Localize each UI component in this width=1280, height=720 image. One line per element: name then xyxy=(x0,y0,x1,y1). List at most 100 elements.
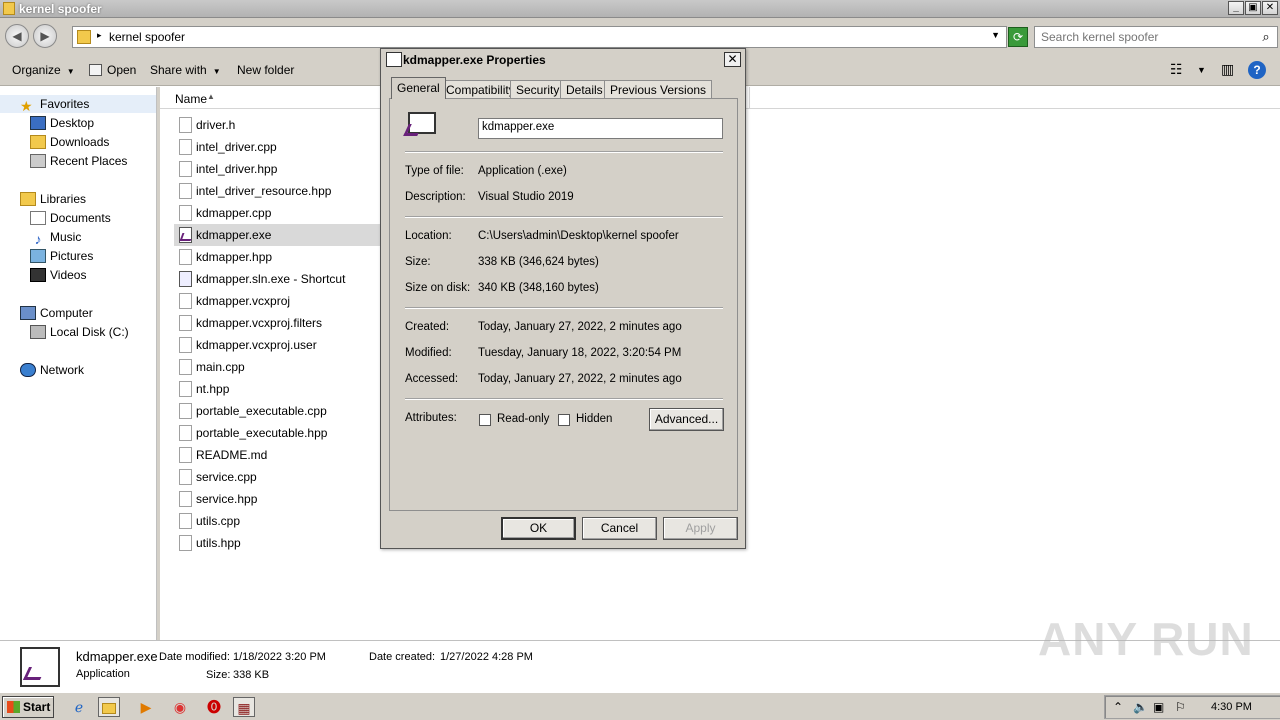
explorer-taskbar-icon[interactable] xyxy=(98,697,120,717)
nav-recent-places[interactable]: Recent Places xyxy=(30,152,127,170)
file-row[interactable]: service.hpp xyxy=(174,488,380,510)
dialog-titlebar[interactable]: kdmapper.exe Properties ✕ xyxy=(381,49,745,71)
new-folder-button[interactable]: New folder xyxy=(237,63,294,77)
address-dropdown-icon[interactable]: ▼ xyxy=(991,30,1000,40)
apply-button[interactable]: Apply xyxy=(663,517,738,540)
file-row[interactable]: kdmapper.vcxproj xyxy=(174,290,380,312)
nav-desktop[interactable]: Desktop xyxy=(30,114,94,132)
tab-compatibility[interactable]: Compatibility xyxy=(440,80,521,99)
chrome-icon[interactable]: ◉ xyxy=(169,697,191,717)
open-button[interactable]: Open xyxy=(89,63,136,77)
preview-pane-icon[interactable]: ▥ xyxy=(1221,61,1234,78)
column-header-name[interactable]: Name xyxy=(175,92,207,106)
file-row[interactable]: portable_executable.cpp xyxy=(174,400,380,422)
internet-explorer-icon[interactable]: ℯ xyxy=(68,697,90,717)
ok-button[interactable]: OK xyxy=(501,517,576,540)
opera-icon[interactable]: ⓿ xyxy=(203,697,225,717)
action-center-flag-icon[interactable]: ⚐ xyxy=(1175,700,1186,714)
nav-videos-label: Videos xyxy=(50,268,87,282)
winrar-icon[interactable]: ▦ xyxy=(233,697,255,717)
drive-icon xyxy=(30,325,46,339)
file-row[interactable]: portable_executable.hpp xyxy=(174,422,380,444)
close-icon[interactable]: ✕ xyxy=(724,52,741,67)
file-name: main.cpp xyxy=(196,360,245,374)
start-button[interactable]: Start xyxy=(2,696,54,718)
file-row[interactable]: service.cpp xyxy=(174,466,380,488)
advanced-button[interactable]: Advanced... xyxy=(649,408,724,431)
nav-pictures[interactable]: Pictures xyxy=(30,247,93,265)
file-row[interactable]: intel_driver.cpp xyxy=(174,136,380,158)
file-row[interactable]: utils.cpp xyxy=(174,510,380,532)
nav-videos[interactable]: Videos xyxy=(30,266,86,284)
filename-field[interactable]: kdmapper.exe xyxy=(478,118,723,139)
file-row[interactable]: kdmapper.sln.exe - Shortcut xyxy=(174,268,380,290)
nav-computer[interactable]: Computer xyxy=(20,304,93,322)
tab-details[interactable]: Details xyxy=(560,80,609,99)
close-window-button[interactable]: ✕ xyxy=(1262,1,1278,15)
file-row[interactable]: README.md xyxy=(174,444,380,466)
media-player-icon[interactable]: ▶ xyxy=(135,697,157,717)
file-row[interactable]: kdmapper.cpp xyxy=(174,202,380,224)
size-value: 338 KB (346,624 bytes) xyxy=(478,256,599,268)
help-icon[interactable]: ? xyxy=(1248,61,1266,79)
breadcrumb-path[interactable]: kernel spoofer xyxy=(109,30,185,44)
view-options-icon[interactable]: ☷ xyxy=(1170,61,1183,78)
file-name: kdmapper.exe xyxy=(196,228,272,242)
show-hidden-icons-icon[interactable]: ⌃ xyxy=(1113,700,1123,714)
file-icon xyxy=(179,249,192,265)
details-filename: kdmapper.exe xyxy=(76,649,158,664)
volume-icon[interactable]: 🔈 xyxy=(1133,700,1148,714)
address-bar[interactable]: ▸ kernel spoofer ▼ xyxy=(72,26,1007,48)
organize-button[interactable]: Organize ▼ xyxy=(12,63,75,77)
file-row[interactable]: nt.hpp xyxy=(174,378,380,400)
back-button[interactable]: ◀ xyxy=(5,24,29,48)
hidden-checkbox[interactable] xyxy=(558,414,570,426)
tab-security[interactable]: Security xyxy=(510,80,566,99)
file-row[interactable]: kdmapper.vcxproj.filters xyxy=(174,312,380,334)
file-row[interactable]: kdmapper.hpp xyxy=(174,246,380,268)
column-divider[interactable] xyxy=(749,87,750,109)
tab-general[interactable]: General xyxy=(391,77,446,99)
visual-studio-file-icon xyxy=(403,112,438,142)
hidden-label[interactable]: Hidden xyxy=(576,413,612,425)
file-row[interactable]: kdmapper.vcxproj.user xyxy=(174,334,380,356)
readonly-label[interactable]: Read-only xyxy=(497,413,549,425)
search-input[interactable] xyxy=(1041,30,1251,44)
file-row[interactable]: utils.hpp xyxy=(174,532,380,554)
file-name: kdmapper.vcxproj xyxy=(196,294,291,308)
details-date-created-label: Date created: xyxy=(369,651,436,663)
nav-local-disk[interactable]: Local Disk (C:) xyxy=(30,323,129,341)
location-value: C:\Users\admin\Desktop\kernel spoofer xyxy=(478,230,679,242)
breadcrumb-arrow-icon[interactable]: ▸ xyxy=(97,30,102,41)
file-icon xyxy=(179,205,192,221)
nav-documents[interactable]: Documents xyxy=(30,209,111,227)
nav-music[interactable]: ♪ Music xyxy=(30,228,82,247)
file-name: kdmapper.vcxproj.user xyxy=(196,338,317,352)
file-row[interactable]: kdmapper.exe xyxy=(174,224,380,246)
nav-libraries-label: Libraries xyxy=(40,192,87,206)
readonly-checkbox[interactable] xyxy=(479,414,491,426)
restore-button[interactable]: ▣ xyxy=(1245,1,1261,15)
nav-libraries[interactable]: Libraries xyxy=(20,190,86,208)
forward-button[interactable]: ▶ xyxy=(33,24,57,48)
clock[interactable]: 4:30 PM xyxy=(1211,701,1252,713)
minimize-button[interactable]: _ xyxy=(1228,1,1244,15)
nav-downloads[interactable]: Downloads xyxy=(30,133,109,151)
search-box[interactable]: ⌕ xyxy=(1034,26,1278,48)
shortcut-icon xyxy=(179,271,192,287)
cancel-button[interactable]: Cancel xyxy=(582,517,657,540)
search-icon[interactable]: ⌕ xyxy=(1258,29,1274,45)
nav-favorites[interactable]: ★ Favorites xyxy=(0,95,156,114)
file-row[interactable]: intel_driver_resource.hpp xyxy=(174,180,380,202)
nav-network[interactable]: Network xyxy=(20,361,84,379)
file-row[interactable]: intel_driver.hpp xyxy=(174,158,380,180)
view-dropdown-icon[interactable]: ▼ xyxy=(1197,65,1206,75)
network-status-icon[interactable]: ▣ xyxy=(1153,700,1164,714)
tab-previous-versions[interactable]: Previous Versions xyxy=(604,80,713,99)
refresh-icon[interactable]: ⟳ xyxy=(1008,27,1028,47)
details-type: Application xyxy=(76,668,130,680)
file-name: kdmapper.sln.exe - Shortcut xyxy=(196,272,346,286)
file-row[interactable]: driver.h xyxy=(174,114,380,136)
file-row[interactable]: main.cpp xyxy=(174,356,380,378)
share-with-button[interactable]: Share with ▼ xyxy=(150,63,221,77)
